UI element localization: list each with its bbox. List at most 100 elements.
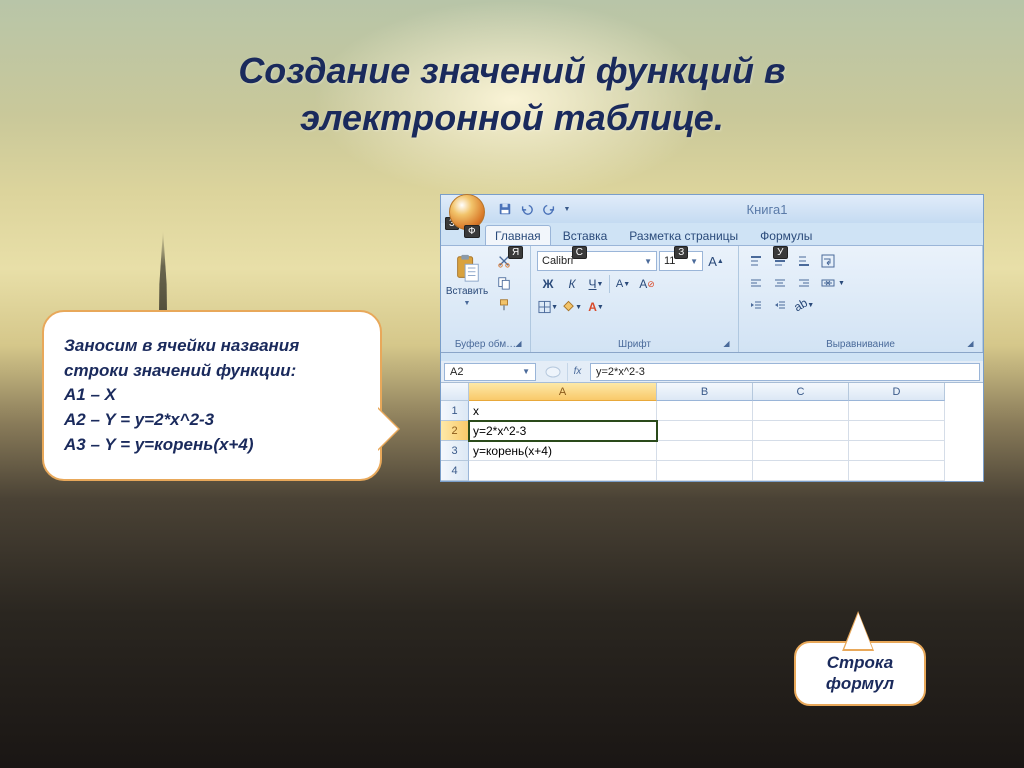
keytip-home: Я — [508, 246, 523, 259]
fx-label: fx — [574, 366, 582, 377]
align-left-button[interactable] — [745, 273, 767, 293]
font-name-combo[interactable]: Calibri▼ — [537, 251, 657, 271]
column-header[interactable]: B — [657, 383, 753, 401]
column-header[interactable]: A — [469, 383, 657, 401]
orientation-button[interactable]: ab▼ — [793, 295, 815, 315]
cell[interactable]: y=2*x^2-3 — [469, 421, 657, 441]
cell[interactable] — [657, 441, 753, 461]
qat-redo-icon[interactable]: 3 — [539, 199, 559, 219]
instruction-line-a3: A3 – Y = y=корень(x+4) — [64, 433, 360, 458]
cell[interactable] — [753, 421, 849, 441]
table-row: 4 — [441, 461, 983, 481]
font-name-value: Calibri — [542, 255, 573, 267]
slide-title: Создание значений функций в электронной … — [0, 48, 1024, 142]
dialog-launcher-icon[interactable]: ◢ — [513, 339, 524, 350]
tab-formulas-label: Формулы — [760, 229, 812, 243]
titlebar: Ф 1 2 3 ▼ Книга1 — [441, 195, 983, 223]
insert-function-button[interactable]: fx — [567, 363, 587, 381]
wrap-text-button[interactable] — [820, 251, 876, 271]
increase-indent-button[interactable] — [769, 295, 791, 315]
instruction-heading: Заносим в ячейки названия строки значени… — [64, 334, 360, 383]
table-row: 1x — [441, 401, 983, 421]
cell[interactable] — [469, 461, 657, 481]
keytip-formulas: У — [773, 246, 787, 259]
callout-line-2: формул — [826, 674, 894, 693]
cell[interactable] — [657, 421, 753, 441]
cell[interactable] — [753, 401, 849, 421]
ribbon-tabs: Главная Я Вставка С Разметка страницы З … — [441, 223, 983, 245]
tab-home[interactable]: Главная Я — [485, 225, 551, 245]
cell[interactable] — [657, 461, 753, 481]
column-header[interactable]: C — [753, 383, 849, 401]
keytip-layout: З — [674, 246, 688, 259]
office-button[interactable]: Ф — [449, 194, 485, 230]
column-header[interactable]: D — [849, 383, 945, 401]
paste-button[interactable]: Вставить ▼ — [445, 249, 489, 338]
cell[interactable] — [657, 401, 753, 421]
group-font-label: Шрифт ◢ — [535, 338, 734, 352]
underline-button[interactable]: Ч▼ — [585, 274, 607, 294]
instruction-callout: Заносим в ячейки названия строки значени… — [42, 310, 382, 481]
dialog-launcher-icon[interactable]: ◢ — [965, 339, 976, 350]
copy-button[interactable] — [494, 273, 514, 293]
instruction-line-a1: A1 – X — [64, 383, 360, 408]
tab-formulas[interactable]: Формулы У — [750, 225, 822, 245]
bold-button[interactable]: Ж — [537, 274, 559, 294]
keytip-office: Ф — [464, 225, 480, 238]
formula-bar[interactable]: y=2*x^2-3 — [590, 363, 980, 381]
merge-center-button[interactable]: ▼ — [820, 273, 876, 293]
cell[interactable] — [753, 461, 849, 481]
workbook-title: Книга1 — [577, 202, 977, 217]
formula-bar-value: y=2*x^2-3 — [596, 366, 645, 378]
cell[interactable] — [849, 461, 945, 481]
tab-page-layout[interactable]: Разметка страницы З — [619, 225, 748, 245]
fill-color-button[interactable]: ▼ — [561, 297, 583, 317]
chevron-down-icon: ▼ — [464, 300, 471, 307]
group-alignment: ab▼ ▼ Выравнивание ◢ — [739, 246, 983, 352]
group-alignment-label: Выравнивание ◢ — [743, 338, 978, 352]
align-right-button[interactable] — [793, 273, 815, 293]
grow-font-button[interactable]: A▲ — [705, 251, 727, 271]
row-header[interactable]: 1 — [441, 401, 469, 421]
chevron-down-icon: ▼ — [522, 367, 530, 376]
shrink-font-button[interactable]: A▼ — [612, 274, 634, 294]
align-top-button[interactable] — [745, 251, 767, 271]
group-clipboard: Вставить ▼ Буфер обм… ◢ — [441, 246, 531, 352]
tab-insert-label: Вставка — [563, 229, 608, 243]
formula-bar-row: A2 ▼ fx y=2*x^2-3 — [441, 361, 983, 383]
tab-insert[interactable]: Вставка С — [553, 225, 618, 245]
qat-customize-dropdown[interactable]: ▼ — [561, 199, 573, 219]
cell[interactable] — [849, 441, 945, 461]
formula-bar-callout: Строка формул — [794, 641, 926, 706]
name-box-value: A2 — [450, 366, 463, 378]
table-row: 3y=корень(x+4) — [441, 441, 983, 461]
clear-format-button[interactable]: A⊘ — [636, 274, 658, 294]
cell[interactable]: x — [469, 401, 657, 421]
row-header[interactable]: 3 — [441, 441, 469, 461]
font-color-button[interactable]: A▼ — [585, 297, 607, 317]
column-headers: ABCD — [441, 383, 983, 401]
row-header[interactable]: 4 — [441, 461, 469, 481]
cell[interactable] — [849, 401, 945, 421]
name-box[interactable]: A2 ▼ — [444, 363, 536, 381]
quick-access-toolbar: 1 2 3 ▼ — [495, 199, 573, 219]
decrease-indent-button[interactable] — [745, 295, 767, 315]
cell[interactable]: y=корень(x+4) — [469, 441, 657, 461]
spreadsheet-grid[interactable]: ABCD 1x2y=2*x^2-33y=корень(x+4)4 — [441, 383, 983, 481]
align-center-button[interactable] — [769, 273, 791, 293]
cell[interactable] — [849, 421, 945, 441]
qat-save-icon[interactable]: 1 — [495, 199, 515, 219]
title-line-1: Создание значений функций в — [238, 50, 785, 91]
row-header[interactable]: 2 — [441, 421, 469, 441]
align-bottom-button[interactable] — [793, 251, 815, 271]
ribbon: Вставить ▼ Буфер обм… ◢ Cali — [441, 245, 983, 353]
group-clipboard-label: Буфер обм… ◢ — [445, 338, 526, 352]
dialog-launcher-icon[interactable]: ◢ — [721, 339, 732, 350]
qat-undo-icon[interactable]: 2 — [517, 199, 537, 219]
group-font: Calibri▼ 11▼ A▲ Ж К Ч▼ A▼ A⊘ — [531, 246, 739, 352]
format-painter-button[interactable] — [494, 295, 514, 315]
cell[interactable] — [753, 441, 849, 461]
select-all-corner[interactable] — [441, 383, 469, 401]
border-button[interactable]: ▼ — [537, 297, 559, 317]
italic-button[interactable]: К — [561, 274, 583, 294]
